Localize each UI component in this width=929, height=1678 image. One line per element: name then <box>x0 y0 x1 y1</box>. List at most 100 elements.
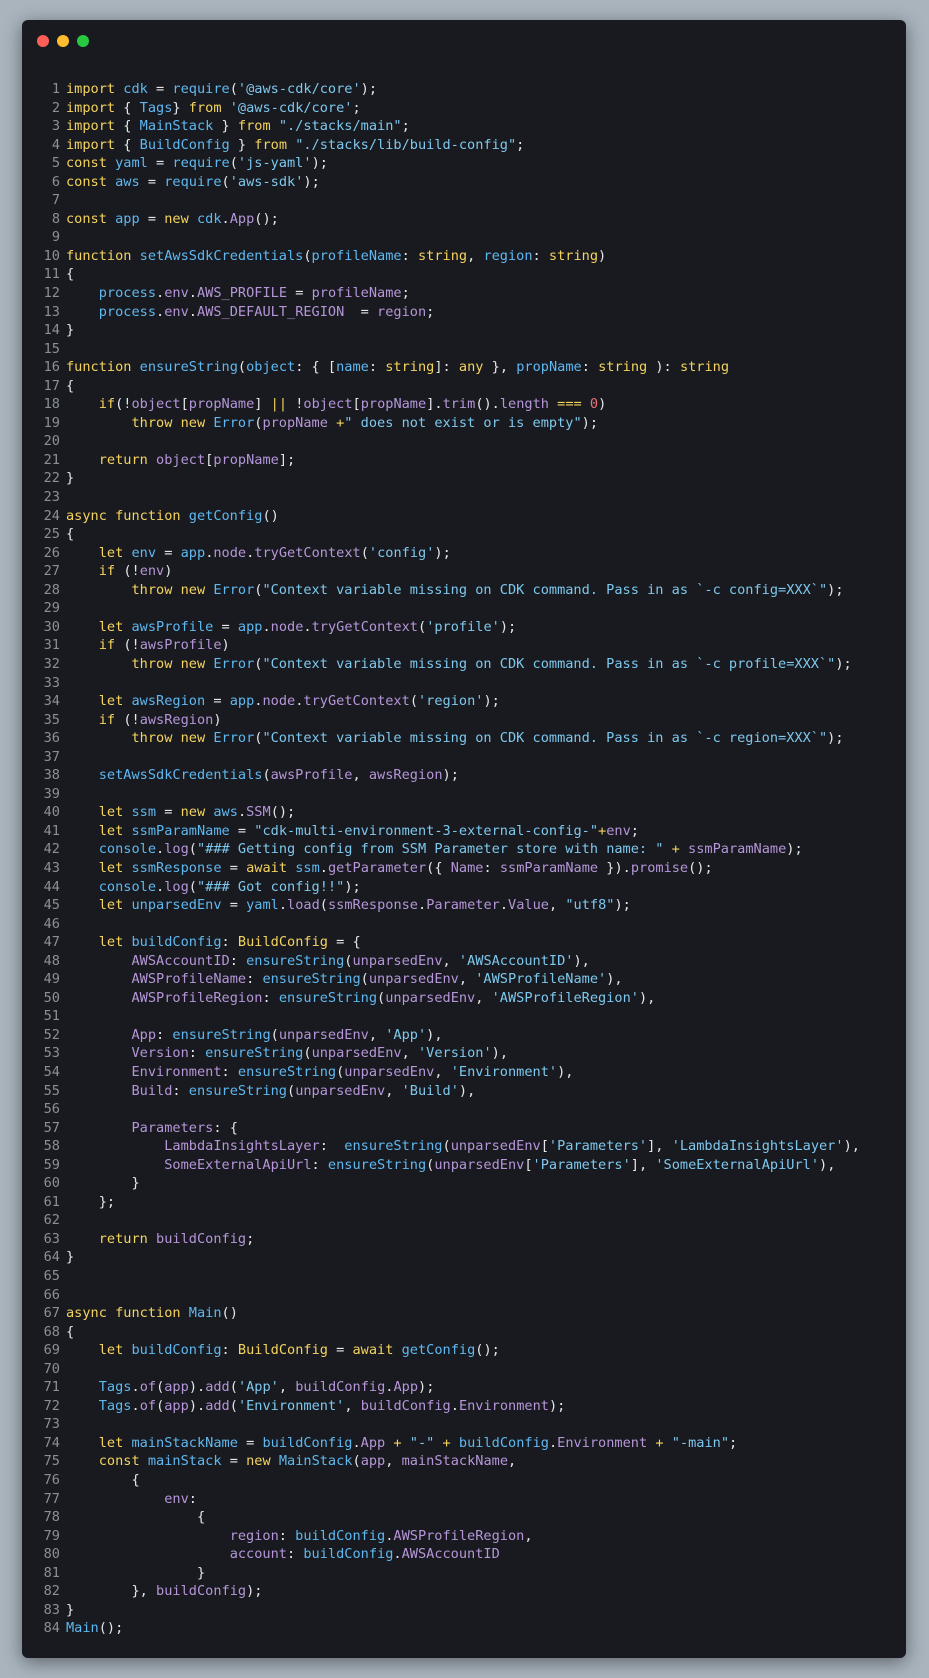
code-token: "utf8" <box>565 897 615 914</box>
code-token: buildConfig <box>131 1342 222 1359</box>
code-token: ensureString <box>246 952 345 969</box>
code-token: = { <box>336 934 361 951</box>
code-token: ( <box>262 767 271 784</box>
code-token: getConfig <box>401 1342 476 1359</box>
line-number: 50 <box>43 989 60 1006</box>
code-token: Parameters <box>131 1119 214 1136</box>
code-line: 77 env: <box>22 1490 906 1509</box>
line-text: console.log("### Getting config from SSM… <box>66 840 803 859</box>
code-token: 'region' <box>418 693 484 710</box>
code-token: 'profile' <box>426 618 500 635</box>
code-token: ]. <box>426 396 443 413</box>
code-token: () <box>221 1305 238 1322</box>
line-number: 79 <box>43 1527 60 1544</box>
code-token: (! <box>115 396 132 413</box>
code-token: node <box>270 618 304 635</box>
code-token: Tags <box>139 99 173 116</box>
line-number: 23 <box>43 489 60 506</box>
code-token: ) <box>598 247 607 264</box>
code-token: any <box>458 359 492 376</box>
line-number: 18 <box>43 396 60 413</box>
line-text: account: buildConfig.AWSAccountID <box>66 1545 500 1564</box>
code-token: app <box>360 1453 386 1470</box>
code-line: 25 { <box>22 525 906 544</box>
code-token: = <box>237 822 255 839</box>
code-token: AWSProfileName <box>131 971 247 988</box>
code-token: . <box>393 1546 402 1563</box>
code-token: , <box>524 1527 533 1544</box>
maximize-dot-icon[interactable] <box>77 35 89 47</box>
code-token: 'AWSProfileName' <box>475 971 607 988</box>
code-token: awsProfile <box>270 767 353 784</box>
code-token: ensureString <box>278 989 378 1006</box>
code-token: ); <box>344 878 361 895</box>
minimize-dot-icon[interactable] <box>57 35 69 47</box>
line-number: 77 <box>43 1490 60 1507</box>
line-text: { <box>66 265 74 284</box>
code-token: const <box>66 210 116 227</box>
code-token: }, <box>66 1583 157 1600</box>
close-dot-icon[interactable] <box>37 35 49 47</box>
code-token: aws <box>213 804 238 821</box>
code-line: 9 <box>22 228 906 247</box>
code-line: 51 <box>22 1007 906 1026</box>
code-line: 3 import { MainStack } from "./stacks/mai… <box>22 117 906 136</box>
line-number: 67 <box>43 1305 60 1322</box>
code-token: require <box>164 173 222 190</box>
code-token: require <box>172 81 230 97</box>
code-token: of <box>139 1379 157 1396</box>
code-token: let <box>98 544 132 561</box>
code-token: (); <box>688 859 713 876</box>
code-token: Environment <box>458 1397 549 1414</box>
line-number: 3 <box>51 118 60 135</box>
line-number: 53 <box>43 1045 60 1062</box>
code-token: ( <box>188 878 197 895</box>
line-number: 26 <box>43 544 60 561</box>
code-line: 14} <box>22 321 906 340</box>
code-token: SomeExternalApiUrl <box>164 1156 312 1173</box>
code-token: ), <box>557 1063 574 1080</box>
code-token: ssm <box>295 859 320 876</box>
code-token: ensureString <box>327 1156 427 1173</box>
code-token: node <box>213 544 247 561</box>
line-text: function ensureString(object: { [name: s… <box>66 358 729 377</box>
code-token: account <box>229 1546 287 1563</box>
code-token: } <box>66 1249 75 1266</box>
code-token: let <box>98 804 132 821</box>
code-line: 28 throw new Error("Context variable mis… <box>22 581 906 600</box>
code-token: ), <box>426 1026 443 1043</box>
line-number: 15 <box>43 340 60 357</box>
line-number: 62 <box>43 1212 60 1229</box>
code-line: 54 Environment: ensureString(unparsedEnv… <box>22 1063 906 1082</box>
line-text: const yaml = require('js-yaml'); <box>66 154 328 173</box>
code-token: "Context variable missing on CDK command… <box>262 730 828 747</box>
code-token: : <box>246 971 263 988</box>
code-token: : <box>581 359 599 376</box>
line-text: } <box>66 321 74 340</box>
code-line: 84 Main(); <box>22 1619 906 1638</box>
code-token: of <box>139 1397 157 1414</box>
code-token: }, <box>491 359 517 376</box>
code-token: ); <box>827 730 844 747</box>
code-token: "cdk-multi-environment-3-external-config… <box>254 822 599 839</box>
code-line: 15 <box>22 340 906 359</box>
code-token: promise <box>630 859 689 876</box>
code-line: 13 process.env.AWS_DEFAULT_REGION = regi… <box>22 303 906 322</box>
line-number: 40 <box>43 804 60 821</box>
code-line: 29 <box>22 599 906 618</box>
line-number: 48 <box>43 952 60 969</box>
code-token: Main <box>66 1620 99 1637</box>
code-token: Parameter <box>426 897 500 914</box>
line-text: }; <box>66 1193 115 1212</box>
code-token: "./stacks/main" <box>278 118 402 135</box>
code-token: (); <box>98 1620 124 1637</box>
code-token: let <box>98 1342 132 1359</box>
line-text: const app = new cdk.App(); <box>66 210 279 229</box>
code-token: Value <box>508 897 549 914</box>
code-token: unparsedEnv <box>344 1063 435 1080</box>
code-line: 32 throw new Error("Context variable mis… <box>22 655 906 674</box>
line-number: 44 <box>43 878 60 895</box>
